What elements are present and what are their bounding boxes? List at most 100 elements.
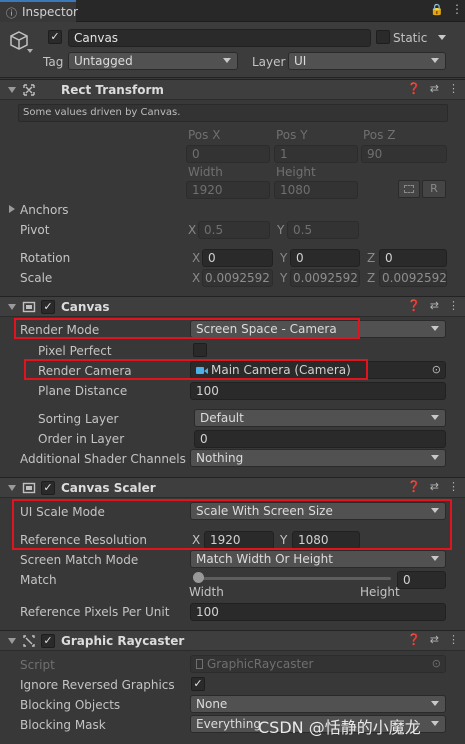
rotation-label: Rotation bbox=[20, 251, 71, 265]
plane-distance-field[interactable]: 100 bbox=[190, 382, 446, 400]
scale-label: Scale bbox=[20, 271, 53, 285]
anchors-label[interactable]: Anchors bbox=[20, 203, 69, 217]
foldout-arrow-icon[interactable] bbox=[8, 485, 16, 491]
screen-match-mode-dropdown[interactable]: Match Width Or Height bbox=[190, 550, 446, 568]
pos-y-label: Pos Y bbox=[276, 128, 308, 142]
pivot-x-field: 0.5 bbox=[198, 221, 270, 239]
tab-label: Inspector bbox=[22, 5, 78, 19]
plane-distance-label: Plane Distance bbox=[38, 384, 128, 398]
match-value-field[interactable]: 0 bbox=[397, 571, 446, 589]
ref-ppu-field[interactable]: 100 bbox=[190, 603, 446, 621]
graphic-raycaster-header[interactable]: ✓ Graphic Raycaster ❓ ⇄ ⋮ bbox=[0, 630, 465, 651]
ignore-reversed-checkbox[interactable]: ✓ bbox=[191, 677, 205, 691]
blocking-mask-label: Blocking Mask bbox=[20, 718, 106, 732]
preset-icon[interactable]: ⇄ bbox=[430, 82, 439, 95]
blocking-objects-dropdown[interactable]: None bbox=[190, 695, 446, 713]
slider-width-label: Width bbox=[189, 585, 224, 599]
canvas-scaler-icon bbox=[22, 482, 36, 494]
notice-text: Some values driven by Canvas. bbox=[23, 107, 181, 118]
blocking-mask-value: Everything bbox=[196, 717, 261, 731]
pos-y-field: 1 bbox=[274, 145, 358, 163]
object-name-input[interactable]: Canvas bbox=[68, 29, 371, 47]
highlight-render-camera bbox=[24, 359, 368, 380]
sorting-layer-label: Sorting Layer bbox=[38, 412, 119, 426]
component-menu-icon[interactable]: ⋮ bbox=[448, 82, 459, 95]
foldout-arrow-icon[interactable] bbox=[8, 87, 16, 93]
blocking-objects-label: Blocking Objects bbox=[20, 698, 121, 712]
slider-height-label: Height bbox=[360, 585, 400, 599]
width-field: 1920 bbox=[186, 181, 270, 199]
pos-x-label: Pos X bbox=[188, 128, 221, 142]
raycaster-enabled-checkbox[interactable]: ✓ bbox=[41, 634, 55, 648]
object-header: ✓ Canvas Static Tag Untagged Layer UI bbox=[0, 22, 465, 78]
foldout-arrow-icon[interactable] bbox=[8, 304, 16, 310]
match-slider-thumb[interactable] bbox=[193, 572, 204, 583]
layer-dropdown[interactable]: UI bbox=[288, 52, 446, 70]
watermark: CSDN @恬静的小魔龙 bbox=[258, 718, 421, 737]
rot-z-axis: Z bbox=[367, 251, 376, 265]
rect-transform-title: Rect Transform bbox=[61, 83, 164, 97]
anchors-foldout-arrow[interactable] bbox=[9, 205, 15, 213]
screen-match-mode-value: Match Width Or Height bbox=[196, 552, 333, 566]
help-icon[interactable]: ❓ bbox=[407, 633, 421, 646]
component-menu-icon[interactable]: ⋮ bbox=[448, 299, 459, 312]
component-menu-icon[interactable]: ⋮ bbox=[448, 633, 459, 646]
order-in-layer-label: Order in Layer bbox=[38, 432, 125, 446]
ref-ppu-label: Reference Pixels Per Unit bbox=[20, 605, 170, 619]
rot-z-field[interactable]: 0 bbox=[379, 249, 447, 267]
object-picker-icon[interactable]: ⊙ bbox=[432, 363, 441, 377]
canvas-enabled-checkbox[interactable]: ✓ bbox=[41, 300, 55, 314]
preset-icon[interactable]: ⇄ bbox=[430, 299, 439, 312]
static-dropdown-arrow[interactable] bbox=[438, 35, 446, 40]
match-label: Match bbox=[20, 573, 57, 587]
tag-dropdown[interactable]: Untagged bbox=[68, 52, 238, 70]
shader-channels-label: Additional Shader Channels bbox=[20, 452, 186, 466]
scale-x-axis: X bbox=[192, 271, 201, 285]
tag-value: Untagged bbox=[74, 54, 133, 68]
static-checkbox[interactable] bbox=[376, 30, 390, 44]
sorting-layer-dropdown[interactable]: Default bbox=[194, 409, 446, 427]
rect-transform-header[interactable]: Rect Transform ❓ ⇄ ⋮ bbox=[0, 79, 465, 100]
order-in-layer-field[interactable]: 0 bbox=[194, 430, 446, 448]
height-label: Height bbox=[276, 165, 316, 179]
lock-icon[interactable]: 🔒 bbox=[430, 3, 444, 16]
highlight-render-mode bbox=[14, 318, 360, 339]
blueprint-button[interactable] bbox=[398, 180, 420, 198]
preset-icon[interactable]: ⇄ bbox=[430, 633, 439, 646]
canvas-scaler-enabled-checkbox[interactable]: ✓ bbox=[41, 481, 55, 495]
rot-y-field[interactable]: 0 bbox=[290, 249, 360, 267]
help-icon[interactable]: ❓ bbox=[407, 299, 421, 312]
canvas-scaler-header[interactable]: ✓ Canvas Scaler ❓ ⇄ ⋮ bbox=[0, 477, 465, 498]
help-icon[interactable]: ❓ bbox=[407, 480, 421, 493]
match-slider-track[interactable] bbox=[193, 577, 391, 580]
preset-icon[interactable]: ⇄ bbox=[430, 480, 439, 493]
help-icon[interactable]: ❓ bbox=[407, 82, 421, 95]
component-menu-icon[interactable]: ⋮ bbox=[448, 480, 459, 493]
sorting-layer-value: Default bbox=[200, 411, 244, 425]
rect-transform-icon bbox=[23, 84, 35, 96]
tab-bar: ⓘ Inspector 🔒 ⋮ bbox=[0, 0, 465, 22]
kebab-menu-icon[interactable]: ⋮ bbox=[451, 2, 463, 16]
script-field: GraphicRaycaster ⊙ bbox=[190, 655, 446, 673]
height-field: 1080 bbox=[274, 181, 358, 199]
raw-edit-button[interactable]: R bbox=[422, 180, 446, 198]
raw-edit-label: R bbox=[430, 182, 438, 195]
tag-label: Tag bbox=[43, 55, 64, 69]
active-checkbox[interactable]: ✓ bbox=[48, 30, 62, 44]
rot-x-field[interactable]: 0 bbox=[202, 249, 273, 267]
icon-dropdown-arrow[interactable] bbox=[27, 49, 33, 53]
foldout-arrow-icon[interactable] bbox=[8, 638, 16, 644]
tab-inspector[interactable]: ⓘ Inspector bbox=[0, 0, 78, 22]
blocking-objects-value: None bbox=[196, 697, 228, 711]
shader-channels-dropdown[interactable]: Nothing bbox=[190, 449, 446, 467]
pos-z-label: Pos Z bbox=[363, 128, 396, 142]
rect-notice: Some values driven by Canvas. bbox=[18, 104, 448, 122]
scale-z-axis: Z bbox=[367, 271, 376, 285]
width-label: Width bbox=[188, 165, 223, 179]
scale-y-field: 0.0092592 bbox=[290, 269, 360, 287]
scale-z-field: 0.0092592 bbox=[379, 269, 447, 287]
canvas-header[interactable]: ✓ Canvas ❓ ⇄ ⋮ bbox=[0, 296, 465, 317]
canvas-title: Canvas bbox=[61, 300, 110, 314]
graphic-raycaster-title: Graphic Raycaster bbox=[61, 634, 185, 648]
pixel-perfect-checkbox[interactable] bbox=[193, 343, 207, 357]
